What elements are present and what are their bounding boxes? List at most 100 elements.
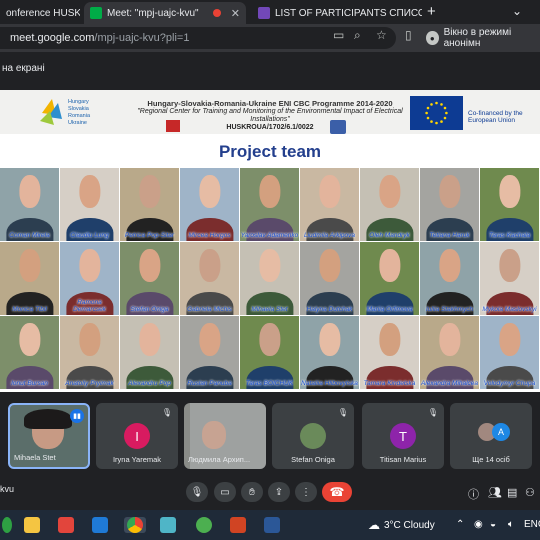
team-member-face: [318, 323, 341, 357]
camera-icon[interactable]: ▭: [333, 28, 344, 42]
zoom-icon[interactable]: ⌕: [354, 28, 361, 43]
presented-slide: Hungary Slovakia Romania Ukraine Hungary…: [0, 90, 540, 392]
info-icon[interactable]: ⓘ: [468, 486, 479, 502]
team-member-photo: Liudmila Arkipova: [300, 168, 359, 241]
team-member-name: Petrica Pop-Sitar: [124, 232, 175, 239]
microphone-button[interactable]: 🎙︎: [186, 482, 208, 502]
team-member-face: [318, 249, 341, 283]
store-icon[interactable]: [58, 517, 74, 533]
team-member-name: Nataliia Hlibovytska: [301, 380, 358, 387]
team-member-face: [378, 249, 401, 283]
team-member-face: [78, 249, 101, 283]
weather-widget[interactable]: ☁︎ 3°C Cloudy: [368, 518, 435, 532]
record-icon: [212, 9, 221, 17]
photos-icon[interactable]: [160, 517, 176, 533]
team-member-face: [438, 323, 461, 357]
language-indicator[interactable]: ENG: [524, 519, 540, 530]
team-member-name: Tetiana Haruk: [429, 232, 470, 239]
team-member-face: [198, 175, 221, 209]
team-member-face: [138, 249, 161, 283]
more-options-button[interactable]: ⋮: [295, 482, 317, 502]
close-icon[interactable]: ✕: [226, 7, 240, 20]
incognito-profile[interactable]: ● Вікно в режимі анонімн: [426, 27, 540, 49]
volume-icon[interactable]: 🔈︎: [508, 519, 514, 530]
project-name: "Regional Center for Training and Monito…: [137, 108, 403, 123]
present-button[interactable]: ⇪: [268, 482, 290, 502]
programme-text: Hungary-Slovakia-Romania-Ukraine ENI CBC…: [120, 100, 420, 132]
team-member-name: Taras Kachala: [488, 232, 531, 239]
forms-icon: [258, 7, 270, 19]
leave-call-button[interactable]: ☎︎: [322, 482, 352, 502]
team-member-photo: Ramona Demarcsek: [60, 242, 119, 315]
tab-meet[interactable]: Meet: "mpj-uajc-kvu" ✕: [84, 2, 246, 24]
raise-hand-button[interactable]: ✋︎: [241, 482, 263, 502]
team-member-photo: Nataliia Hlibovytska: [300, 316, 359, 389]
chat-icon[interactable]: ▤: [507, 486, 517, 499]
bookmark-star-icon[interactable]: ☆: [376, 28, 387, 42]
profile-label: Вікно в режимі анонімн: [443, 27, 512, 49]
participant-tile[interactable]: 🎙︎ I Iryna Yaremak: [96, 403, 178, 469]
chevron-up-icon[interactable]: ⌃: [456, 519, 464, 530]
team-member-name: Alexandru Pop: [128, 380, 171, 387]
more-participants-tile[interactable]: A Ще 14 осіб: [450, 403, 532, 469]
team-member-photo: Monica Tibil: [0, 242, 59, 315]
team-member-name: Ruslan Panuba: [187, 380, 232, 387]
team-member-photo: Taras Kachala: [480, 168, 539, 241]
team-member-photo: Alexandra Mihalcea: [420, 316, 479, 389]
team-member-face: [378, 323, 401, 357]
new-tab-button[interactable]: +: [427, 3, 436, 21]
team-member-photo: Coman Mirela: [0, 168, 59, 241]
mic-off-icon: 🎙︎: [427, 408, 438, 417]
logo-word: Slovakia: [68, 106, 90, 112]
team-member-face: [498, 175, 521, 209]
team-member-name: Volodymyr Chupa: [483, 380, 536, 387]
team-member-face: [138, 323, 161, 357]
participant-tile[interactable]: 🎙︎ Stefan Oniga: [272, 403, 354, 469]
file-explorer-icon[interactable]: [24, 517, 40, 533]
people-icon[interactable]: 👥︎: [488, 486, 502, 499]
team-member-face: [18, 249, 41, 283]
camera-button[interactable]: ▭: [214, 482, 236, 502]
participant-tile-speaking[interactable]: ▮▮ Mihaela Stet: [8, 403, 90, 469]
incognito-icon: ●: [426, 31, 439, 45]
logo-word: Romania: [68, 113, 91, 119]
side-panel-icon[interactable]: ▯: [405, 28, 412, 42]
url-host: meet.google.com: [10, 32, 95, 44]
camera-in-use-icon[interactable]: ◉: [474, 519, 483, 530]
team-member-name: Iuliia Stakhmych: [425, 306, 474, 313]
team-member-face: [258, 249, 281, 283]
participant-tile[interactable]: Людмила Архип...: [184, 403, 266, 469]
mail-icon[interactable]: [92, 517, 108, 533]
project-code: HUSKROUA/1702/6.1/0022: [226, 124, 314, 131]
activities-icon[interactable]: ⚇: [525, 486, 535, 499]
tab-search-icon[interactable]: ⌄: [512, 4, 522, 18]
media-player-icon[interactable]: [196, 517, 212, 533]
team-member-name: Tamara Kindelska: [363, 380, 416, 387]
team-member-face: [378, 175, 401, 209]
team-photo-grid: Coman Mirela Claudiu Lung Petrica Pop-Sita…: [0, 168, 540, 392]
team-member-photo: Mircea Horgos: [180, 168, 239, 241]
team-member-photo: Mariia Orfimova: [360, 242, 419, 315]
wifi-icon[interactable]: ◒: [490, 519, 496, 530]
team-member-photo: Stefan Oniga: [120, 242, 179, 315]
start-icon[interactable]: [2, 517, 12, 533]
team-member-name: Oleh Mandryk: [369, 232, 410, 239]
participant-avatar: [300, 423, 326, 449]
participant-tile[interactable]: 🎙︎ T Titisan Marius: [362, 403, 444, 469]
word-icon[interactable]: [264, 517, 280, 533]
chrome-icon[interactable]: [124, 517, 146, 533]
tab-participants-list[interactable]: LIST OF PARTICIPANTS СПИСОК ✕: [252, 2, 422, 24]
team-member-face: [198, 323, 221, 357]
browser-window: onference HUSKR ✕ Meet: "mpj-uajc-kvu" ✕…: [0, 0, 540, 540]
team-member-face: [498, 323, 521, 357]
participant-name: Titisan Marius: [379, 455, 427, 464]
mic-off-icon: 🎙︎: [161, 408, 172, 417]
meet-icon: [90, 7, 102, 19]
team-member-name: Ionut Bursan: [11, 380, 48, 387]
team-member-face: [438, 175, 461, 209]
powerpoint-icon[interactable]: [230, 517, 246, 533]
team-member-photo: Oleh Mandryk: [360, 168, 419, 241]
tab-huskroua[interactable]: onference HUSKR ✕: [0, 2, 80, 24]
mic-off-icon: 🎙︎: [337, 408, 348, 417]
team-member-name: Claudiu Lung: [70, 232, 109, 239]
